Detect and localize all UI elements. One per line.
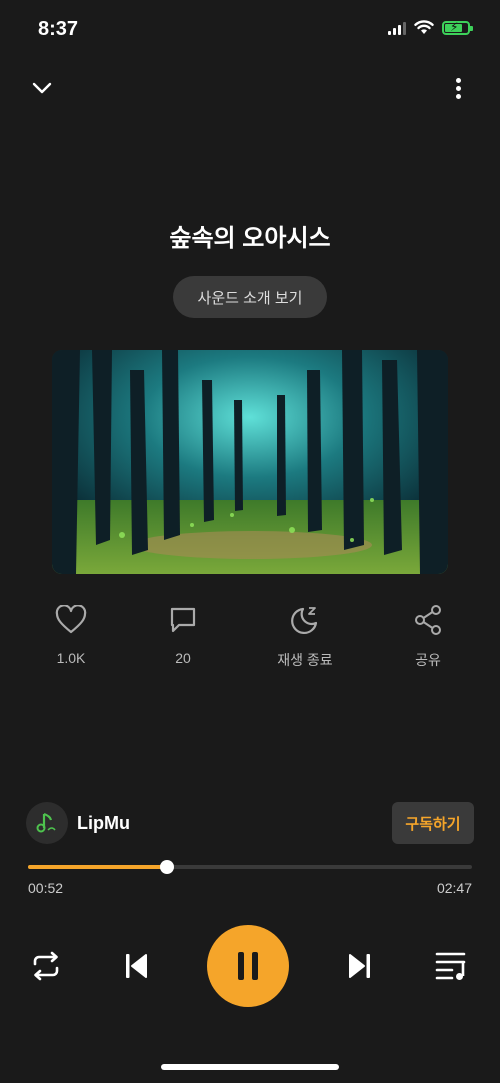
artist-name[interactable]: LipMu xyxy=(77,813,130,834)
like-button[interactable]: 1.0K xyxy=(21,600,121,666)
repeat-icon xyxy=(33,951,59,981)
more-options-button[interactable] xyxy=(444,74,472,102)
progress-thumb[interactable] xyxy=(159,860,174,874)
progress-slider[interactable] xyxy=(28,860,472,874)
previous-button[interactable] xyxy=(116,946,156,986)
pause-button[interactable] xyxy=(207,925,289,1007)
playlist-button[interactable] xyxy=(432,946,472,986)
sleep-timer-button[interactable]: 재생 종료 xyxy=(255,600,355,670)
comment-count: 20 xyxy=(175,650,191,666)
status-time: 8:37 xyxy=(38,18,79,40)
next-button[interactable] xyxy=(340,946,380,986)
skip-previous-icon xyxy=(126,954,147,978)
home-indicator[interactable] xyxy=(161,1064,339,1070)
sound-intro-button[interactable]: 사운드 소개 보기 xyxy=(173,276,327,318)
heart-icon xyxy=(55,605,87,634)
sleep-timer-label: 재생 종료 xyxy=(277,652,333,668)
comment-icon xyxy=(170,607,196,633)
progress-fill xyxy=(28,865,167,869)
subscribe-button[interactable]: 구독하기 xyxy=(392,802,474,844)
repeat-button[interactable] xyxy=(26,946,66,986)
music-note-logo-icon xyxy=(36,812,56,833)
artist-avatar[interactable] xyxy=(26,802,68,844)
pause-icon xyxy=(238,952,258,980)
status-icons: ⚡ xyxy=(388,20,473,35)
cellular-signal-icon xyxy=(388,21,406,35)
like-count: 1.0K xyxy=(56,650,86,666)
comment-button[interactable]: 20 xyxy=(133,600,233,666)
share-icon xyxy=(415,605,441,635)
wifi-icon xyxy=(414,20,434,34)
more-vertical-icon xyxy=(455,77,461,83)
share-label: 공유 xyxy=(415,652,441,668)
track-title: 숲속의 오아시스 xyxy=(169,225,331,252)
collapse-button[interactable] xyxy=(28,74,56,102)
moon-sleep-icon xyxy=(291,607,318,635)
total-time: 02:47 xyxy=(436,880,472,896)
skip-next-icon xyxy=(349,954,370,978)
playlist-icon xyxy=(435,952,466,980)
chevron-down-icon xyxy=(32,82,52,94)
share-button[interactable]: 공유 xyxy=(378,600,478,670)
battery-charging-icon: ⚡ xyxy=(442,20,473,35)
current-time: 00:52 xyxy=(28,880,64,896)
cover-art xyxy=(52,350,448,574)
